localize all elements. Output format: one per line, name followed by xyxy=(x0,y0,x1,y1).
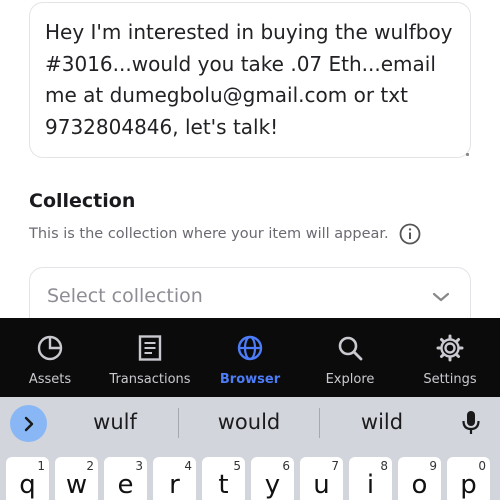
keyboard: wulf would wild 1 q 2 w 3 e 4 r 5 t 6 y … xyxy=(0,397,500,500)
description-textarea[interactable]: Hey I'm interested in buying the wulfboy… xyxy=(29,2,471,158)
key-e[interactable]: 3 e xyxy=(104,457,147,500)
key-w[interactable]: 2 w xyxy=(55,457,98,500)
gear-icon xyxy=(436,334,464,362)
key-letter: e xyxy=(117,470,134,500)
nav-browser[interactable]: Browser xyxy=(200,318,300,397)
resize-handle[interactable] xyxy=(466,153,469,156)
nav-assets[interactable]: Assets xyxy=(0,318,100,397)
nav-label: Browser xyxy=(219,372,281,387)
key-o[interactable]: 9 o xyxy=(398,457,441,500)
info-icon[interactable] xyxy=(399,223,421,245)
nav-label: Explore xyxy=(325,372,375,387)
key-letter: u xyxy=(313,470,330,500)
collection-help-text: This is the collection where your item w… xyxy=(29,226,389,242)
chevron-down-icon xyxy=(432,292,450,302)
collection-title: Collection xyxy=(29,190,136,212)
key-t[interactable]: 5 t xyxy=(202,457,245,500)
key-y[interactable]: 6 y xyxy=(251,457,294,500)
suggestion-bar: wulf would wild xyxy=(0,397,500,451)
nav-label: Settings xyxy=(423,372,477,387)
key-letter: p xyxy=(460,470,477,500)
description-text: Hey I'm interested in buying the wulfboy… xyxy=(45,20,459,139)
key-r[interactable]: 4 r xyxy=(153,457,196,500)
suggestion-word[interactable]: would xyxy=(179,410,319,434)
collection-select-placeholder: Select collection xyxy=(47,285,203,307)
key-u[interactable]: 7 u xyxy=(300,457,343,500)
key-letter: y xyxy=(264,470,281,500)
nav-settings[interactable]: Settings xyxy=(400,318,500,397)
microphone-icon[interactable] xyxy=(460,409,482,437)
key-p[interactable]: 0 p xyxy=(447,457,490,500)
bottom-nav: Assets Transactions Browser Explore Sett… xyxy=(0,318,500,397)
nav-transactions[interactable]: Transactions xyxy=(100,318,200,397)
nav-explore[interactable]: Explore xyxy=(300,318,400,397)
suggestion-word[interactable]: wild xyxy=(312,410,452,434)
suggestion-word[interactable]: wulf xyxy=(45,410,185,434)
key-letter: t xyxy=(218,470,229,500)
chevron-right-icon xyxy=(24,416,33,431)
nav-label: Assets xyxy=(28,372,72,387)
nav-label: Transactions xyxy=(109,372,191,387)
key-letter: q xyxy=(19,470,36,500)
key-letter: w xyxy=(65,470,88,500)
pie-chart-icon xyxy=(37,335,63,361)
key-i[interactable]: 8 i xyxy=(349,457,392,500)
collection-help: This is the collection where your item w… xyxy=(29,223,421,245)
key-letter: o xyxy=(411,470,428,500)
key-q[interactable]: 1 q xyxy=(6,457,49,500)
document-icon xyxy=(138,335,162,361)
key-letter: i xyxy=(366,470,375,500)
globe-icon xyxy=(237,335,263,361)
key-letter: r xyxy=(169,470,180,500)
expand-suggestions-button[interactable] xyxy=(10,405,47,442)
search-icon xyxy=(338,336,363,361)
